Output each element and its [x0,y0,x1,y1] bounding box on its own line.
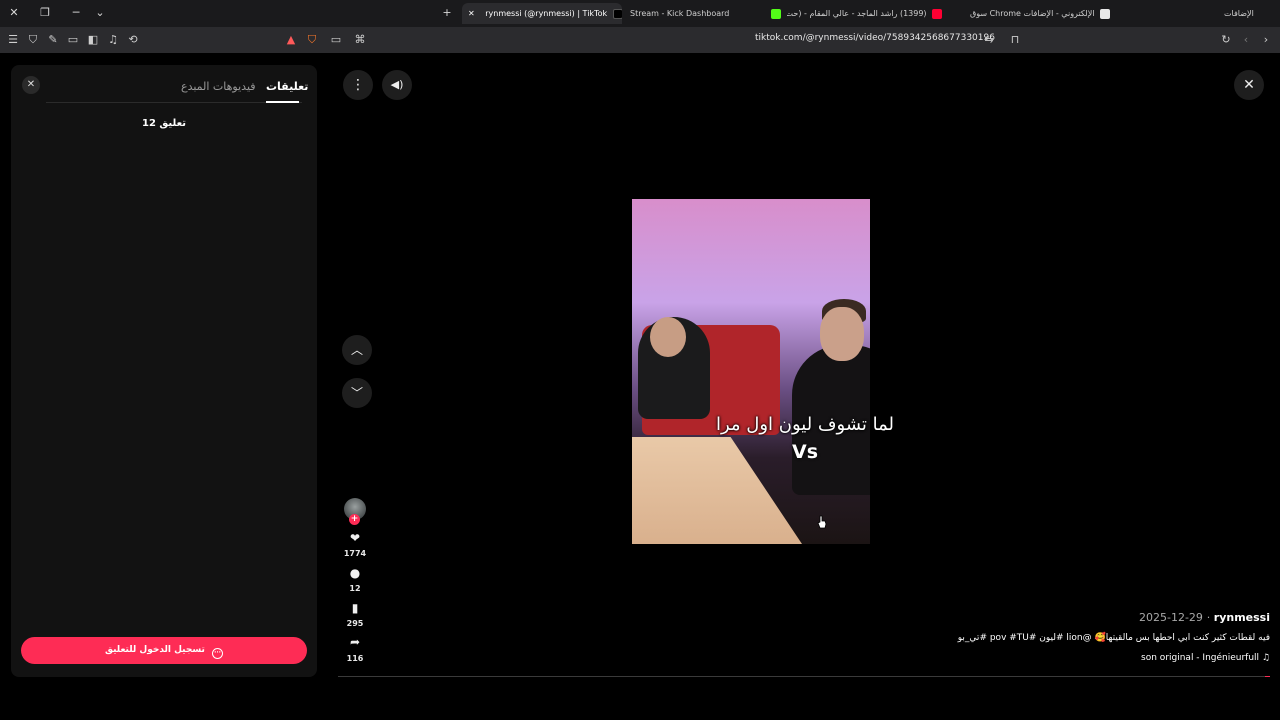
previous-video-button[interactable]: ︿ [342,335,372,365]
close-panel-icon[interactable]: ✕ [22,76,40,94]
puzzle-icon[interactable]: ✎ [44,31,62,49]
site-settings-icon[interactable]: ⇋ [980,31,998,49]
active-tab-indicator [266,101,299,103]
brave-rewards-icon[interactable]: ▲ [282,31,300,49]
tab-label: rynmessi (@rynmessi) | TikTok [485,9,608,18]
follow-plus-icon[interactable]: + [349,514,360,525]
close-video-icon[interactable]: ✕ [1234,70,1264,100]
kick-favicon-icon [771,8,781,19]
tab-creator-videos[interactable]: فيديوهات المبدع [181,80,256,93]
like-count: 1774 [343,549,367,558]
new-tab-icon[interactable]: + [437,4,457,22]
back-icon[interactable]: ‹ [1237,31,1255,49]
tab-kick[interactable]: Stream - Kick Dashboard [624,3,756,24]
reload-icon[interactable]: ↻ [1217,31,1235,49]
forward-icon[interactable]: › [1257,31,1275,49]
music-icon[interactable]: ♫ [104,31,122,49]
translate-icon[interactable]: ⌘ [351,31,369,49]
video-progress-fill [1265,676,1270,677]
heart-icon[interactable]: ❤ [345,530,365,546]
comment-bubble-icon: ··· [212,648,223,659]
tab-label: سوق Chrome الإلكتروني - الإضافات [970,9,1095,18]
tab-label: (1399) راشد الماجد - عالي المقام - (حت..… [786,9,927,18]
share-icon[interactable]: ➦ [345,634,365,650]
tab-youtube[interactable]: (1399) راشد الماجد - عالي المقام - (حت..… [762,3,950,24]
video-caption-line2: Vs [791,441,818,463]
bookmark-icon[interactable]: ⊓ [1006,31,1024,49]
tab-label: Stream - Kick Dashboard [630,9,730,18]
tabs-icon[interactable]: ▭ [64,31,82,49]
volume-icon[interactable]: ◀) [382,70,412,100]
video-caption-line1: لما تشوف ليون اول مرا [715,414,895,435]
more-options-icon[interactable]: ⋮ [343,70,373,100]
music-title: son original - Ingénieurfull [1141,653,1260,663]
video-head-right [820,307,864,361]
music-note-icon: ♫ [1261,653,1270,663]
next-video-button[interactable]: ﹀ [342,378,372,408]
video-head-left [650,317,686,357]
bookmark-save-icon[interactable]: ▮ [345,600,365,616]
tab-chrome-store[interactable]: سوق Chrome الإلكتروني - الإضافات [964,3,1114,24]
browser-tab-strip: ✕ ❐ ─ ⌄ + ✕ rynmessi (@rynmessi) | TikTo… [0,0,1280,27]
video-progress-bar[interactable] [338,676,1270,677]
tab-tiktok[interactable]: ✕ rynmessi (@rynmessi) | TikTok [462,3,622,24]
comments-panel: ✕ تعليقات فيديوهات المبدع 12 تعليق تسجيل… [11,65,317,677]
comment-count: 12 تعليق [142,118,186,129]
cast-icon[interactable]: ▭ [327,31,345,49]
menu-icon[interactable]: ☰ [4,31,22,49]
share-count: 116 [346,654,364,663]
tab-comments[interactable]: تعليقات [266,80,308,93]
address-bar[interactable]: tiktok.com/@rynmessi/video/7589342568677… [755,33,995,43]
sync-icon[interactable]: ⟲ [124,31,142,49]
post-description: فيه لقطات كثير كنت ابي احطها بس مالقيتها… [957,633,1270,643]
close-window-icon[interactable]: ✕ [4,4,24,22]
extensions-label: الإضافات [1224,9,1254,18]
brave-shield-icon[interactable]: ⛉ [303,31,321,49]
minimize-window-icon[interactable]: ─ [66,4,86,22]
save-count: 295 [346,619,364,628]
post-author[interactable]: 2025-12-29 · rynmessi [1100,611,1270,624]
tab-search-chevron-icon[interactable]: ⌄ [90,4,110,22]
sidebar-icon[interactable]: ◧ [84,31,102,49]
comment-count-action: 12 [349,584,361,593]
login-to-comment-button[interactable]: تسجيل الدخول للتعليق ··· [21,637,307,664]
post-music[interactable]: son original - Ingénieurfull ♫ [1000,653,1270,663]
browser-toolbar: ☰ ⛉ ✎ ▭ ◧ ♫ ⟲ ▲ ⛉ ▭ ⌘ tiktok.com/@rynmes… [0,27,1280,53]
hand-cursor-icon [817,515,827,529]
username[interactable]: rynmessi [1214,611,1270,624]
video-player[interactable] [632,199,870,544]
tabs-divider [46,102,302,103]
login-button-label: تسجيل الدخول للتعليق [104,645,205,655]
shield-icon[interactable]: ⛉ [24,31,42,49]
tab-close-icon[interactable]: ✕ [468,9,475,18]
post-date: 2025-12-29 [1139,611,1203,624]
restore-window-icon[interactable]: ❐ [35,4,55,22]
youtube-favicon-icon [932,8,943,19]
tiktok-favicon-icon [612,8,622,19]
comment-icon[interactable]: ● [345,565,365,581]
extensions-menu[interactable]: الإضافات [1218,3,1278,24]
chrome-store-favicon-icon [1100,8,1111,19]
